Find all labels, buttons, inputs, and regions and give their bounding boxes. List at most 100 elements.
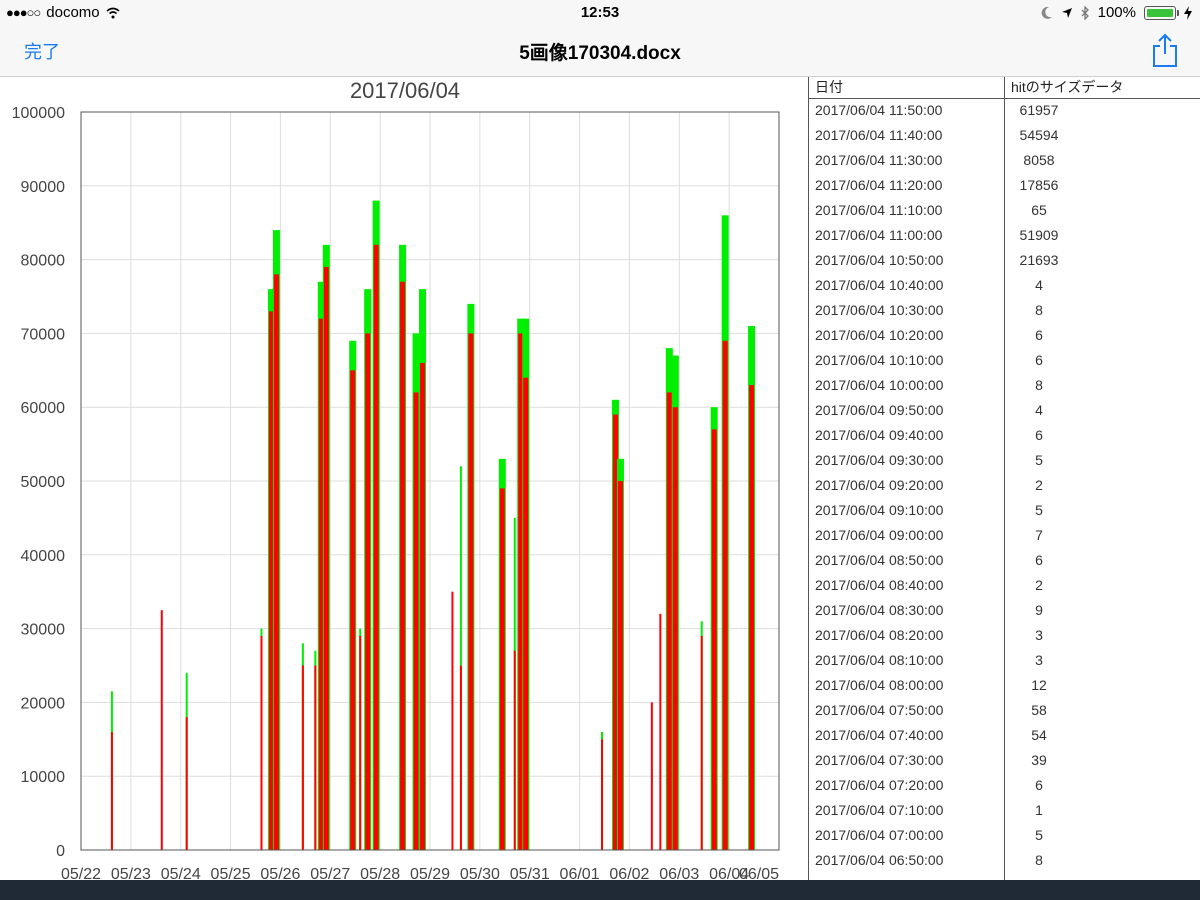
cell-date: 2017/06/04 11:50:00 <box>815 102 943 118</box>
charging-icon <box>1184 5 1192 20</box>
x-tick-label: 06/01 <box>560 866 600 880</box>
cell-size: 7 <box>1035 527 1043 543</box>
cell-date: 2017/06/04 09:00:00 <box>815 527 944 543</box>
y-tick-label: 10000 <box>21 769 66 786</box>
cell-date: 2017/06/04 08:00:00 <box>815 677 944 693</box>
red-series-bar <box>323 266 329 850</box>
red-series-bar <box>459 665 462 850</box>
x-tick-label: 05/29 <box>410 866 450 880</box>
cell-date: 2017/06/04 08:40:00 <box>815 577 944 593</box>
table-row: 2017/06/04 08:40:00 2 <box>809 573 1200 598</box>
red-series-bar <box>601 739 604 850</box>
location-arrow-icon <box>1061 7 1072 18</box>
cell-date: 2017/06/04 09:20:00 <box>815 477 944 493</box>
cell-size: 3 <box>1035 627 1043 643</box>
x-tick-label: 05/28 <box>360 866 400 880</box>
red-series-bar <box>301 665 304 850</box>
red-series-bar <box>373 244 379 851</box>
cell-size: 8 <box>1035 302 1043 318</box>
table-row: 2017/06/04 09:50:00 4 <box>809 398 1200 423</box>
y-tick-label: 70000 <box>21 326 66 343</box>
red-series-bar <box>273 274 279 850</box>
screen-bottom-edge <box>0 880 1200 900</box>
table-row: 2017/06/04 11:50:00 61957 <box>809 98 1200 123</box>
cell-date: 2017/06/04 08:20:00 <box>815 627 944 643</box>
cell-date: 2017/06/04 08:30:00 <box>815 602 944 618</box>
cell-size: 12 <box>1031 677 1047 693</box>
cell-size: 6 <box>1035 427 1043 443</box>
table-row: 2017/06/04 10:10:00 6 <box>809 348 1200 373</box>
table-row: 2017/06/04 07:10:00 1 <box>809 798 1200 823</box>
table-row: 2017/06/04 11:40:00 54594 <box>809 123 1200 148</box>
share-icon[interactable] <box>1150 32 1180 68</box>
x-tick-label: 05/26 <box>260 866 300 880</box>
y-tick-label: 50000 <box>21 474 66 491</box>
y-tick-label: 60000 <box>21 400 66 417</box>
wifi-icon <box>106 7 120 18</box>
cell-size: 61957 <box>1019 102 1059 118</box>
red-series-bar <box>350 370 356 850</box>
x-tick-label: 06/02 <box>609 866 649 880</box>
cell-size: 4 <box>1035 277 1043 293</box>
cell-date: 2017/06/04 11:40:00 <box>815 127 943 143</box>
battery-icon <box>1144 5 1179 20</box>
red-series-bar <box>523 377 529 850</box>
cell-date: 2017/06/04 10:20:00 <box>815 327 944 343</box>
cell-size: 58 <box>1031 702 1047 718</box>
table-row: 2017/06/04 09:10:00 5 <box>809 498 1200 523</box>
cell-size: 8 <box>1035 377 1043 393</box>
x-axis-ticks: 05/22 05/23 05/24 05/25 05/26 05/27 05/28 05/29… <box>61 866 779 880</box>
x-tick-label: 05/22 <box>61 866 101 880</box>
red-series-bar <box>672 407 678 850</box>
red-series-bar <box>722 340 728 850</box>
data-table: 日付 hitのサイズデータ 2017/06/04 11:50:00 61957 20… <box>808 77 1200 880</box>
table-row: 2017/06/04 10:40:00 4 <box>809 273 1200 298</box>
header-size: hitのサイズデータ <box>1011 79 1124 95</box>
cell-size: 5 <box>1035 827 1043 843</box>
cell-date: 2017/06/04 07:30:00 <box>815 752 944 768</box>
cell-size: 8 <box>1035 852 1043 868</box>
done-button[interactable]: 完了 <box>24 38 60 64</box>
cell-size: 4 <box>1035 402 1043 418</box>
cell-size: 9 <box>1035 602 1043 618</box>
cell-date: 2017/06/04 07:10:00 <box>815 802 944 818</box>
battery-level <box>1147 8 1173 17</box>
red-series-bar <box>420 362 426 850</box>
table-row: 2017/06/04 07:50:00 58 <box>809 698 1200 723</box>
y-tick-label: 100000 <box>12 105 65 122</box>
x-tick-label: 05/24 <box>161 866 201 880</box>
table-row: 2017/06/04 07:30:00 39 <box>809 748 1200 773</box>
cell-date: 2017/06/04 07:50:00 <box>815 702 944 718</box>
red-series-bar <box>451 591 454 850</box>
table-row: 2017/06/04 10:20:00 6 <box>809 323 1200 348</box>
table-row: 2017/06/04 08:00:00 12 <box>809 673 1200 698</box>
table-row: 2017/06/04 08:50:00 6 <box>809 548 1200 573</box>
red-series-bar <box>260 635 263 850</box>
cell-date: 2017/06/04 07:00:00 <box>815 827 944 843</box>
red-series-bar <box>711 429 717 850</box>
table-row: 2017/06/04 09:40:00 6 <box>809 423 1200 448</box>
carrier-name: docomo <box>46 4 100 21</box>
red-series-bar <box>749 385 755 850</box>
x-tick-label: 05/31 <box>510 866 550 880</box>
document-content[interactable]: 2017/06/04 100000 90000 80000 70000 60000 500… <box>0 77 1200 880</box>
document-title: 5画像170304.docx <box>519 43 681 64</box>
table-row: 2017/06/04 09:20:00 2 <box>809 473 1200 498</box>
cell-date: 2017/06/04 11:10:00 <box>815 202 943 218</box>
cell-date: 2017/06/04 09:10:00 <box>815 502 944 518</box>
cell-size: 54 <box>1031 727 1047 743</box>
table-row: 2017/06/04 08:20:00 3 <box>809 623 1200 648</box>
y-tick-label: 40000 <box>21 548 66 565</box>
chart-bars <box>110 200 756 851</box>
cell-size: 3 <box>1035 652 1043 668</box>
battery-percent: 100% <box>1097 4 1136 21</box>
red-series-bar <box>359 635 362 850</box>
cell-size: 6 <box>1035 327 1043 343</box>
cell-date: 2017/06/04 10:40:00 <box>815 277 944 293</box>
y-axis-ticks: 1000009000080000700006000050000400003000… <box>12 105 65 860</box>
red-series-bar <box>110 731 113 850</box>
status-right: 100% <box>1041 4 1192 21</box>
red-series-bar <box>160 610 163 850</box>
red-series-bar <box>617 481 623 850</box>
red-series-bar <box>400 281 406 850</box>
